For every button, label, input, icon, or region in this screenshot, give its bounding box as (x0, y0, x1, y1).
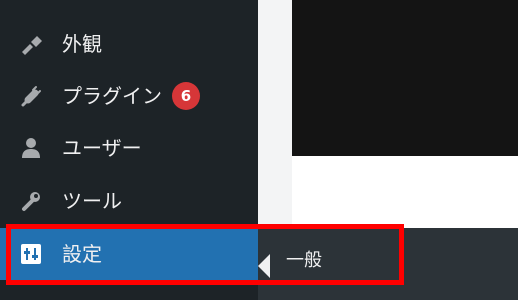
sidebar-item-settings[interactable]: 設定 (0, 228, 258, 280)
content-dark-panel (292, 0, 518, 156)
sidebar-item-label: ユーザー (62, 136, 142, 160)
admin-sidebar: 外観 プラグイン 6 ユーザー ツール 設定 (0, 0, 258, 300)
submenu-item-general[interactable]: 一般 (286, 252, 322, 270)
update-count-badge: 6 (172, 82, 200, 110)
sidebar-item-label: 設定 (62, 242, 102, 266)
wrench-icon (18, 188, 44, 214)
sidebar-item-appearance[interactable]: 外観 (0, 18, 258, 70)
submenu-arrow-icon (258, 254, 270, 278)
sidebar-item-plugins[interactable]: プラグイン 6 (0, 70, 258, 122)
content-white-panel (292, 156, 518, 228)
sidebar-item-label: 外観 (62, 32, 102, 56)
sidebar-item-label: ツール (62, 189, 122, 213)
settings-submenu: 一般 (258, 228, 518, 300)
sidebar-item-users[interactable]: ユーザー (0, 122, 258, 174)
sidebar-item-label: プラグイン (62, 84, 162, 108)
settings-icon (18, 241, 44, 267)
plugin-icon (18, 83, 44, 109)
brush-icon (18, 31, 44, 57)
sidebar-item-tools[interactable]: ツール (0, 175, 258, 227)
user-icon (18, 135, 44, 161)
